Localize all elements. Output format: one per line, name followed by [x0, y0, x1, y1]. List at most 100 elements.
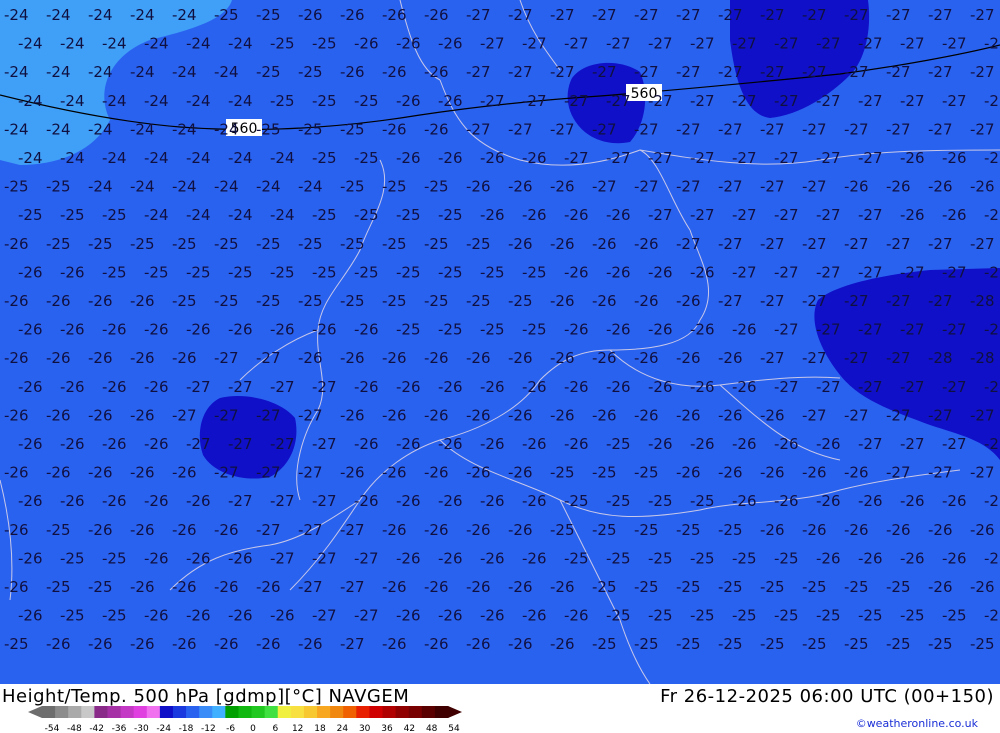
temperature-label: -26	[228, 607, 253, 625]
temperature-label: -26	[802, 521, 827, 539]
temperature-label: -26	[438, 492, 463, 510]
temperature-label: -27	[802, 406, 827, 424]
temperature-label: -26	[970, 521, 995, 539]
temperature-label: -25	[354, 263, 379, 281]
temperature-label: -25	[354, 206, 379, 224]
temperature-label: -26	[592, 406, 617, 424]
temperature-label: -27	[942, 378, 967, 396]
temperature-label: -25	[382, 235, 407, 253]
temperature-label: -27	[508, 63, 533, 81]
temperature-label: -26	[382, 521, 407, 539]
temperature-label: -26	[186, 321, 211, 339]
temperature-label: -27	[718, 292, 743, 310]
temperature-label: -26	[564, 263, 589, 281]
temperature-label: -27	[970, 120, 995, 138]
temperature-label: -28	[928, 349, 953, 367]
temperature-label: -25	[102, 607, 127, 625]
temperature-label: -25	[634, 578, 659, 596]
temperature-label: -27	[858, 206, 883, 224]
temperature-label: -26	[550, 578, 575, 596]
temperature-label: -26	[298, 6, 323, 24]
legend-swatch	[225, 706, 239, 718]
temperature-label: -26	[130, 292, 155, 310]
legend-tick-label: -54	[45, 724, 60, 733]
temperature-label: -24	[270, 149, 295, 167]
temperature-label: -25	[592, 521, 617, 539]
legend-swatch	[382, 706, 397, 718]
temperature-label: -25	[298, 235, 323, 253]
temperature-label: -27	[634, 63, 659, 81]
temperature-label: -26	[144, 607, 169, 625]
temperature-label: -25	[606, 492, 631, 510]
legend-arrow-left	[28, 706, 42, 718]
temperature-label: -25	[858, 607, 883, 625]
temperature-label: -26	[340, 6, 365, 24]
temperature-label: -27	[718, 63, 743, 81]
temperature-label: -27	[984, 92, 1000, 110]
temperature-label: -27	[564, 35, 589, 53]
temperature-label: -24	[214, 63, 239, 81]
temperature-label: -27	[886, 6, 911, 24]
temperature-label: -26	[522, 435, 547, 453]
temperature-label: -26	[88, 521, 113, 539]
temperature-label: -26	[816, 492, 841, 510]
temperature-label: -25	[46, 235, 71, 253]
temperature-label: -27	[816, 321, 841, 339]
legend-swatch	[356, 706, 370, 718]
temperature-label: -27	[550, 6, 575, 24]
temperature-label: -24	[144, 149, 169, 167]
temperature-label: -27	[774, 321, 799, 339]
temperature-label: -25	[550, 521, 575, 539]
temperature-label: -26	[564, 378, 589, 396]
temperature-label: -26	[970, 578, 995, 596]
temperature-label: -26	[480, 607, 505, 625]
temperature-label: -25	[354, 92, 379, 110]
temperature-label: -27	[228, 435, 253, 453]
temperature-label: -25	[424, 292, 449, 310]
temperature-label: -26	[214, 521, 239, 539]
temperature-label: -27	[816, 149, 841, 167]
temperature-label: -25	[844, 635, 869, 653]
temperature-label: -26	[634, 349, 659, 367]
temperature-label: -27	[592, 63, 617, 81]
temperature-label: -25	[606, 435, 631, 453]
temperature-label: -26	[130, 521, 155, 539]
temperature-label: -26	[732, 321, 757, 339]
temperature-label: -27	[466, 120, 491, 138]
legend-swatch	[186, 706, 200, 718]
legend-swatch	[199, 706, 213, 718]
temperature-label: -25	[886, 635, 911, 653]
temperature-label: -26	[634, 292, 659, 310]
temperature-label: -26	[858, 549, 883, 567]
temperature-label: -24	[46, 63, 71, 81]
legend-tick-labels: -54 -48 -42 -36 -30 -24 -18 -12 -6 0 6 12 18 24 30 36 42…	[45, 724, 460, 733]
temperature-label: -27	[522, 35, 547, 53]
temperature-label: -25	[774, 607, 799, 625]
temperature-label: -26	[18, 549, 43, 567]
legend-swatch	[120, 706, 135, 718]
temperature-label: -25	[354, 149, 379, 167]
temperature-label: -24	[88, 178, 113, 196]
temperature-label: -24	[186, 149, 211, 167]
temperature-label: -26	[214, 635, 239, 653]
temperature-label: -26	[480, 206, 505, 224]
temperature-label: -27	[816, 263, 841, 281]
legend-swatch	[303, 706, 318, 718]
temperature-label: -25	[718, 635, 743, 653]
temperature-label: -27	[606, 149, 631, 167]
map-footer: Height/Temp. 500 hPa [gdmp][°C] NAVGEM F…	[0, 684, 1000, 733]
temperature-label: -25	[102, 206, 127, 224]
temperature-label: -27	[844, 120, 869, 138]
temperature-label: -26	[760, 464, 785, 482]
temperature-label: -27	[718, 178, 743, 196]
temperature-label: -26	[648, 321, 673, 339]
temperature-label: -27	[970, 464, 995, 482]
temperature-label: -26	[480, 549, 505, 567]
temperature-label: -27	[228, 492, 253, 510]
temperature-label: -24	[18, 92, 43, 110]
temperature-label: -26	[522, 492, 547, 510]
temperature-label: -24	[60, 92, 85, 110]
temperature-label: -27	[480, 35, 505, 53]
temperature-label: -26	[564, 321, 589, 339]
credit-link[interactable]: ©weatheronline.co.uk	[856, 717, 978, 730]
